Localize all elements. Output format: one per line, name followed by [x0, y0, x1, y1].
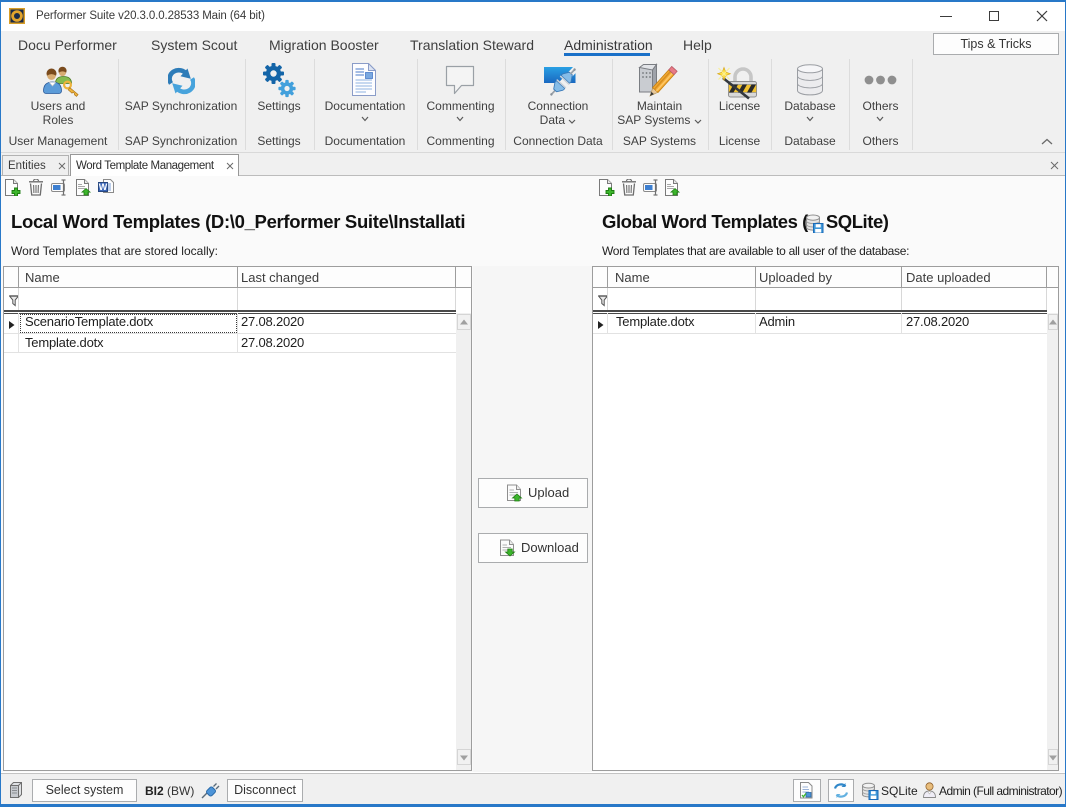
svg-text:W: W: [99, 182, 108, 192]
